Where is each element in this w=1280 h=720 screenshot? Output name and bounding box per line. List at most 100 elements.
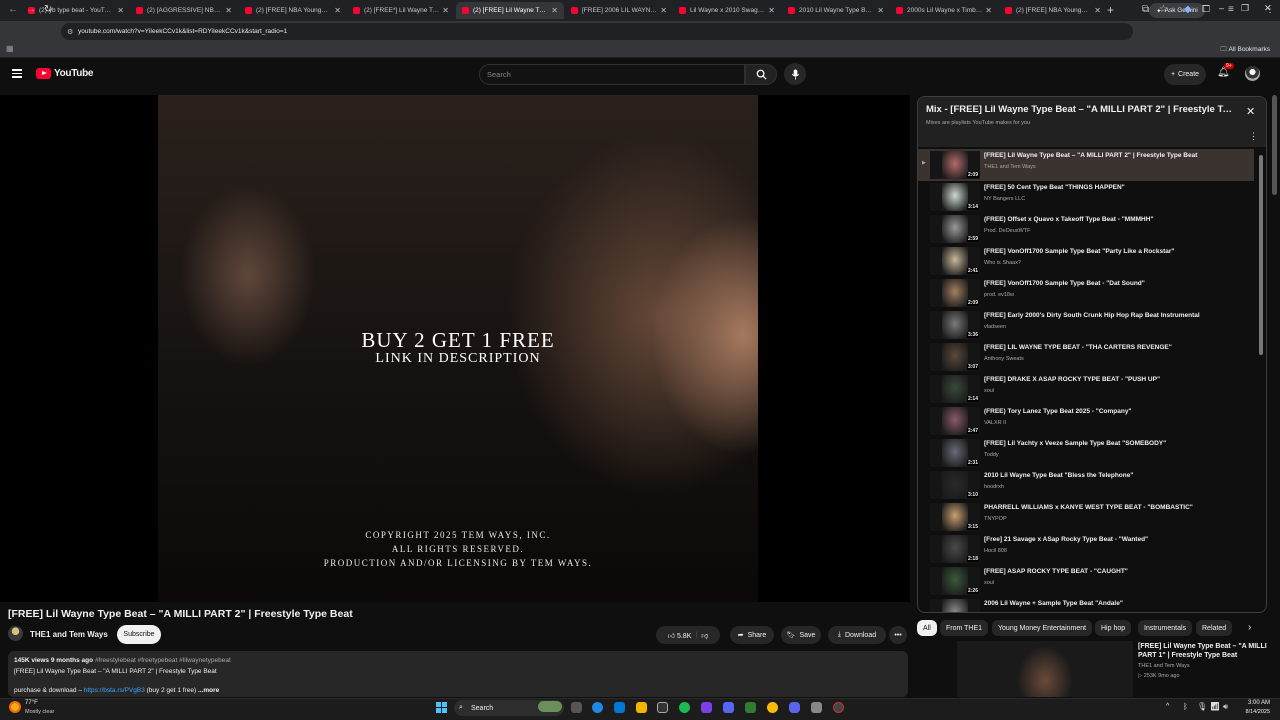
channel-avatar[interactable] (8, 626, 23, 641)
playlist-item-thumbnail[interactable]: 2:26 (930, 567, 980, 595)
share-button[interactable]: ➦ Share (730, 626, 774, 644)
playlist-item-thumbnail[interactable]: 2:14 (930, 375, 980, 403)
filter-chip[interactable]: Hip hop (1095, 620, 1132, 636)
mic-tray-icon[interactable]: 🎙︎ (1197, 702, 1207, 711)
voice-search-button[interactable] (784, 63, 806, 85)
close-tab-icon[interactable]: ✕ (660, 6, 667, 15)
playlist-item-thumbnail[interactable]: 3:15 (930, 503, 980, 531)
playlist-item[interactable]: 2006 Lil Wayne + Sample Type Beat "Andal… (918, 597, 1254, 612)
close-tab-icon[interactable]: ✕ (985, 6, 992, 15)
task-view-icon[interactable] (571, 702, 582, 713)
browser-tab[interactable]: Lil Wayne x 2010 Swag Era ✕ (673, 2, 781, 19)
close-tab-icon[interactable]: ✕ (117, 6, 124, 15)
related-video-title[interactable]: [FREE] Lil Wayne Type Beat – "A MILLI PA… (1138, 642, 1268, 660)
playlist-scroll-thumb[interactable] (1259, 155, 1263, 355)
playlist-item[interactable]: 3:15 PHARRELL WILLIAMS x KANYE WEST TYPE … (918, 501, 1254, 533)
extension-icon[interactable]: ◆ (1184, 4, 1192, 15)
close-tab-icon[interactable]: ✕ (442, 6, 449, 15)
browser-tab[interactable]: (2) yb type beat - YouTube ✕ (22, 2, 130, 19)
search-button[interactable] (745, 64, 777, 85)
apps-grid-icon[interactable]: ▦ (6, 44, 14, 53)
playlist-item[interactable]: 2:41 [FREE] VonOff1700 Sample Type Beat "… (918, 245, 1254, 277)
bluetooth-icon[interactable]: ᛒ (1183, 702, 1188, 711)
save-button[interactable]: 🔖︎ Save (781, 626, 821, 644)
browser-tab[interactable]: 2000s Lil Wayne x Timbaland✕ (890, 2, 998, 19)
playlist-item-thumbnail[interactable]: 2:59 (930, 215, 980, 243)
playlist-item[interactable]: 2:26 [FREE] ASAP ROCKY TYPE BEAT - "CAUGH… (918, 565, 1254, 597)
playlist-more-icon[interactable]: ⋮ (1249, 131, 1258, 142)
weather-icon[interactable] (9, 701, 21, 713)
playlist-item[interactable]: 2:47 (FREE) Tory Lanez Type Beat 2025 - "… (918, 405, 1254, 437)
back-icon[interactable]: ← (8, 4, 18, 15)
create-button[interactable]: + Create (1164, 64, 1206, 85)
playlist-item-thumbnail[interactable]: 3:07 (930, 343, 980, 371)
hamburger-menu-icon[interactable] (12, 69, 22, 78)
bookmark-star-icon[interactable]: ☆ (1159, 4, 1168, 15)
clock-date[interactable]: 8/14/2025 (1236, 709, 1270, 715)
browser-tab[interactable]: (2) [AGGRESSIVE] NBA Youngboy Type Beat✕ (130, 2, 238, 19)
playlist-item[interactable]: 3:14 [FREE] 50 Cent Type Beat "THINGS HAP… (918, 181, 1254, 213)
playlist-item[interactable]: 2:14 [FREE] DRAKE X ASAP ROCKY TYPE BEAT … (918, 373, 1254, 405)
browser-tab[interactable]: (2) [FREE] NBA Youngboy Type Beat✕ (999, 2, 1107, 19)
playlist-item-thumbnail[interactable]: 2:47 (930, 407, 980, 435)
wifi-icon[interactable]: 📶︎ (1210, 702, 1220, 711)
related-video-channel[interactable]: THE1 and Tem Ways (1138, 663, 1190, 669)
playlist-item-thumbnail[interactable]: 2:09 (930, 279, 980, 307)
discord-icon[interactable] (723, 702, 734, 713)
account-avatar[interactable] (1245, 66, 1260, 81)
site-info-icon[interactable]: ⚙ (67, 28, 73, 36)
close-tab-icon[interactable]: ✕ (1094, 6, 1101, 15)
tab-search-icon[interactable]: ≡ (1228, 4, 1234, 15)
minimize-button[interactable]: – (1219, 3, 1224, 13)
filter-chip[interactable]: Related (1196, 620, 1233, 636)
filter-chip[interactable]: Instrumentals (1138, 620, 1193, 636)
copilot-icon[interactable] (614, 702, 625, 713)
playlist-item[interactable]: ▶ 2:09 [FREE] Lil Wayne Type Beat – "A MIL… (918, 149, 1254, 181)
close-tab-icon[interactable]: ✕ (334, 6, 341, 15)
playlist-item[interactable]: 2:31 [FREE] Lil Yachty x Veeze Sample Typ… (918, 437, 1254, 469)
app-grid-icon[interactable] (701, 702, 712, 713)
hashtags[interactable]: #freestylebeat #freetypebeat #lilwaynety… (95, 657, 231, 664)
address-bar[interactable]: ⚙ youtube.com/watch?v=YiIeekCCv1k&list=R… (61, 23, 1133, 40)
ask-gemini-button[interactable]: ✦ Ask Gemini (1149, 3, 1205, 18)
terminal-icon[interactable] (745, 702, 756, 713)
close-tab-icon[interactable]: ✕ (551, 6, 558, 15)
download-button[interactable]: ⤓ Download (828, 626, 886, 644)
store-icon[interactable] (657, 702, 668, 713)
playlist-item-thumbnail[interactable]: 3:36 (930, 311, 980, 339)
related-video-thumbnail[interactable] (957, 641, 1133, 697)
all-bookmarks-link[interactable]: 🗀 All Bookmarks (1221, 45, 1271, 56)
close-tab-icon[interactable]: ✕ (768, 6, 775, 15)
playlist-item-thumbnail[interactable]: 2:41 (930, 247, 980, 275)
more-actions-button[interactable]: ••• (889, 626, 907, 644)
playlist-item[interactable]: 2:59 (FREE) Offset x Quavo x Takeoff Type… (918, 213, 1254, 245)
new-tab-button[interactable]: + (1107, 3, 1114, 17)
dislike-button[interactable]: 👎︎ (701, 631, 708, 640)
app-icon[interactable] (811, 702, 822, 713)
close-playlist-icon[interactable]: ✕ (1246, 105, 1255, 118)
playlist-item[interactable]: 3:07 [FREE] LIL WAYNE TYPE BEAT - "THA CA… (918, 341, 1254, 373)
playlist-item[interactable]: 3:36 [FREE] Early 2000's Dirty South Crun… (918, 309, 1254, 341)
close-tab-icon[interactable]: ✕ (225, 6, 232, 15)
reload-icon[interactable]: ↻ (44, 4, 52, 15)
file-explorer-icon[interactable] (636, 702, 647, 713)
windows-start-icon[interactable] (436, 702, 447, 713)
filter-chip[interactable]: From THE1 (940, 620, 989, 636)
browser-tab[interactable]: [FREE] 2006 LIL WAYNE TYPE BEAT✕ (565, 2, 673, 19)
browser-tab[interactable]: 2010 Lil Wayne Type Beat ✕ (782, 2, 890, 19)
close-tab-icon[interactable]: ✕ (877, 6, 884, 15)
forward-icon[interactable]: → (26, 4, 36, 15)
cast-icon[interactable]: ⧉ (1142, 4, 1149, 15)
playlist-title[interactable]: Mix - [FREE] Lil Wayne Type Beat – "A MI… (926, 104, 1236, 115)
extensions-puzzle-icon[interactable]: ⧠ (1202, 4, 1210, 15)
clock-time[interactable]: 3:00 AM (1240, 700, 1270, 706)
chrome-icon[interactable] (767, 702, 778, 713)
chevron-right-icon[interactable]: › (1248, 622, 1251, 633)
recorder-icon[interactable] (833, 702, 844, 713)
playlist-item[interactable]: 2:09 [FREE] VonOff1700 Sample Type Beat -… (918, 277, 1254, 309)
browser-tab[interactable]: (2) [FREE] NBA Youngboy Type Beat✕ (239, 2, 347, 19)
playlist-item-thumbnail[interactable] (930, 599, 980, 612)
playlist-item-thumbnail[interactable]: 2:31 (930, 439, 980, 467)
filter-chip[interactable]: Young Money Entertainment (992, 620, 1093, 636)
page-scrollbar[interactable] (1272, 95, 1277, 195)
